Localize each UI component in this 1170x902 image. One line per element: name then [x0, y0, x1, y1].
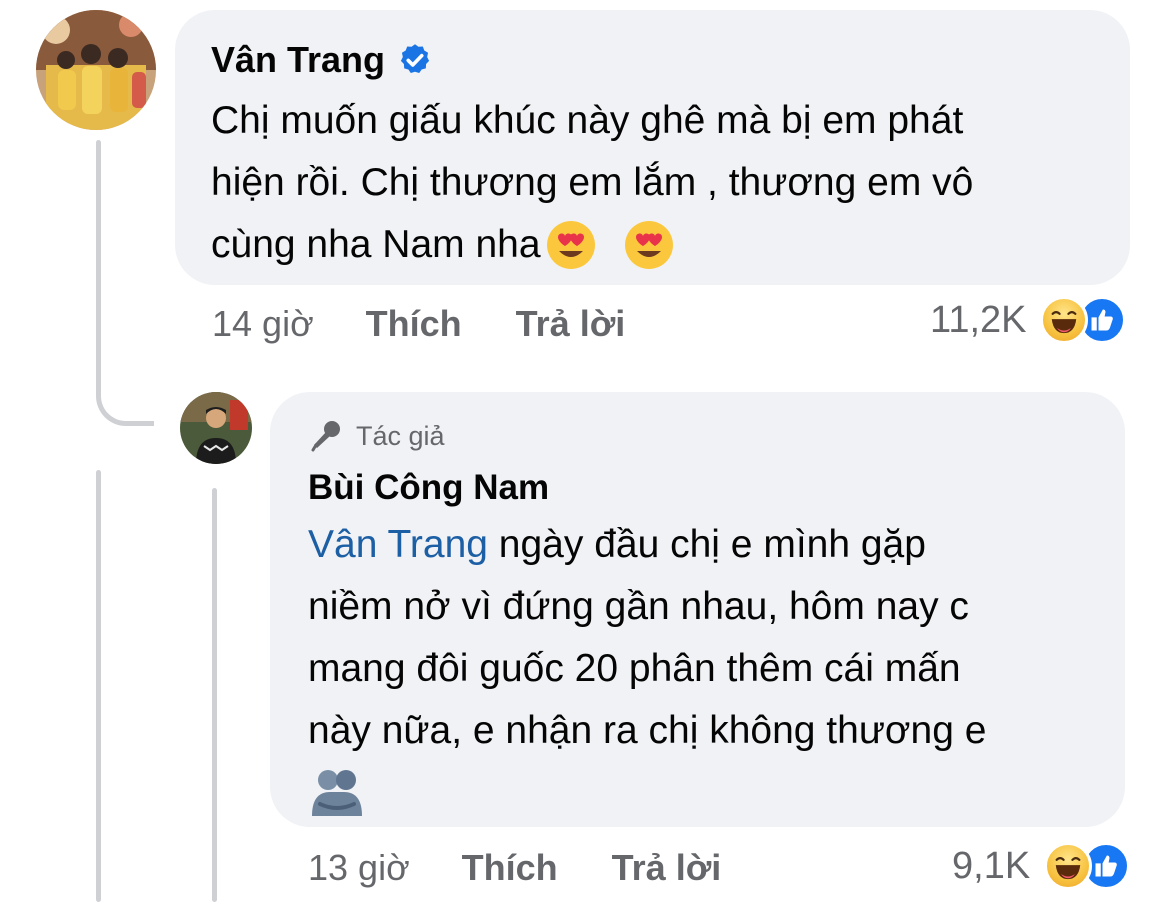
- reply-like-button[interactable]: Thích: [462, 847, 558, 889]
- comment-text: Chị muốn giấu khúc này ghê mà bị em phát…: [211, 90, 1130, 276]
- author-badge: Tác giả: [308, 418, 1125, 454]
- reply-author-name[interactable]: Bùi Công Nam: [308, 468, 549, 508]
- heart-eyes-emoji-icon: [546, 221, 595, 269]
- reply-text-line: này nữa, e nhận ra chị không thương e: [308, 709, 987, 752]
- comment-like-button[interactable]: Thích: [366, 303, 462, 345]
- comment-bubble: Vân Trang Chị muốn giấu khúc này ghê mà …: [175, 10, 1130, 285]
- comment-reactions[interactable]: 11,2K: [930, 296, 1127, 344]
- heart-eyes-emoji-icon: [624, 221, 673, 269]
- reply-reactions[interactable]: 9,1K: [952, 842, 1131, 890]
- reply-text: Vân Trang ngày đầu chị e mình gặp niềm n…: [308, 514, 1125, 824]
- people-hugging-emoji-icon: [312, 770, 362, 816]
- reply-timestamp[interactable]: 13 giờ: [308, 847, 410, 889]
- avatar-van-trang[interactable]: [36, 10, 156, 130]
- thread-line-lower: [96, 470, 101, 902]
- comment-meta: 14 giờ Thích Trả lời: [212, 302, 625, 346]
- mention-link[interactable]: Vân Trang: [308, 523, 488, 566]
- haha-reaction-icon: [1040, 296, 1089, 344]
- reply-text-line: mang đôi guốc 20 phân thêm cái mấn: [308, 647, 961, 690]
- author-badge-label: Tác giả: [356, 420, 445, 451]
- reply-reply-button[interactable]: Trả lời: [612, 847, 722, 889]
- microphone-icon: [311, 421, 340, 452]
- reply-thread-line: [212, 488, 217, 902]
- reply-connector: [96, 360, 154, 426]
- thread-line: [96, 140, 101, 370]
- reply-text-line: niềm nở vì đứng gần nhau, hôm nay c: [308, 585, 969, 628]
- reply-bubble: Tác giả Bùi Công Nam Vân Trang ngày đầu …: [270, 392, 1125, 827]
- comment-text-line: hiện rồi. Chị thương em lắm , thương em …: [211, 161, 974, 204]
- reaction-count: 11,2K: [930, 298, 1027, 341]
- comment-text-line: Chị muốn giấu khúc này ghê mà bị em phát: [211, 99, 964, 142]
- reply-meta: 13 giờ Thích Trả lời: [308, 846, 721, 890]
- verified-badge-icon: [400, 44, 430, 74]
- avatar-bui-cong-nam[interactable]: [180, 392, 252, 464]
- reply-text-line: ngày đầu chị e mình gặp: [487, 523, 926, 566]
- comment-timestamp[interactable]: 14 giờ: [212, 303, 314, 345]
- reaction-count: 9,1K: [952, 844, 1031, 887]
- comment-author-name[interactable]: Vân Trang: [211, 40, 385, 80]
- comment-reply-button[interactable]: Trả lời: [516, 303, 626, 345]
- comment-text-line: cùng nha Nam nha: [211, 223, 541, 266]
- haha-reaction-icon: [1044, 842, 1093, 890]
